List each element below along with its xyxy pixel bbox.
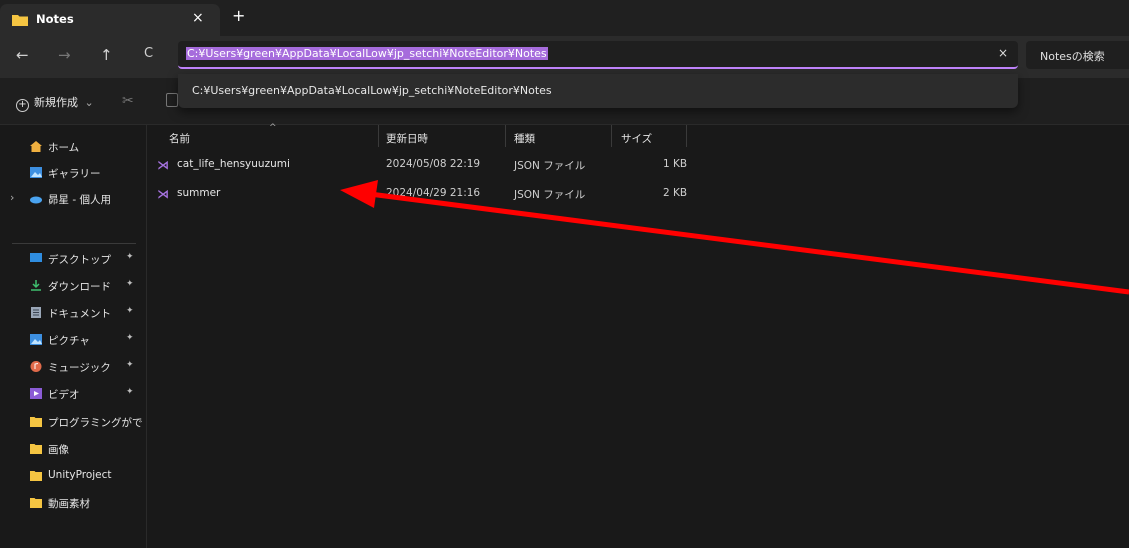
close-icon[interactable]: × [192, 10, 204, 26]
download-icon [31, 280, 41, 291]
back-icon[interactable]: ← [16, 46, 29, 64]
gallery-icon [30, 167, 42, 178]
chevron-down-icon: ⌄ [84, 96, 94, 109]
sidebar-item-label: ミュージック [48, 362, 111, 374]
sidebar-item-video-assets-folder[interactable]: 動画素材 [0, 489, 146, 517]
sidebar-item-label: ホーム [48, 142, 80, 154]
file-name: summer [177, 187, 221, 199]
sidebar-item-images-folder[interactable]: 画像 [0, 435, 146, 463]
pictures-icon [30, 334, 42, 345]
file-size: 1 KB [663, 158, 688, 170]
column-divider[interactable] [505, 125, 506, 147]
new-button[interactable]: + 新規作成 ⌄ [16, 94, 94, 112]
search-input[interactable]: Notesの検索 [1040, 48, 1105, 64]
sidebar-item-label: 画像 [48, 444, 69, 456]
sidebar-item-label: 昴星 - 個人用 [48, 194, 111, 206]
clear-icon[interactable]: × [998, 46, 1008, 60]
folder-icon [30, 417, 42, 427]
sidebar-item-downloads[interactable]: ダウンロード ✦ [0, 272, 146, 300]
folder-icon [30, 471, 42, 481]
sidebar-item-documents[interactable]: ドキュメント ✦ [0, 299, 146, 327]
pin-icon[interactable]: ✦ [126, 387, 134, 397]
tab-notes[interactable]: Notes × [0, 4, 220, 36]
pin-icon[interactable]: ✦ [126, 252, 134, 262]
file-modified: 2024/05/08 22:19 [386, 158, 481, 170]
folder-icon [30, 444, 42, 454]
document-icon [31, 307, 41, 318]
tab-title: Notes [36, 12, 74, 26]
sidebar-item-videos[interactable]: ビデオ ✦ [0, 380, 146, 408]
file-row[interactable]: ⋊ summer 2024/04/29 21:16 JSON ファイル 2 KB [147, 183, 847, 205]
file-type: JSON ファイル [514, 189, 586, 201]
sidebar-item-gallery[interactable]: ギャラリー [0, 159, 146, 187]
new-tab-button[interactable]: + [232, 6, 245, 25]
cut-icon[interactable]: ✂ [122, 93, 134, 109]
sort-ascending-icon: ^ [269, 123, 277, 133]
copy-icon[interactable] [166, 93, 178, 107]
title-bar: Notes × + [0, 0, 1129, 36]
address-row: ← → ↑ C C:¥Users¥green¥AppData¥LocalLow¥… [0, 36, 1129, 78]
music-icon [30, 361, 42, 372]
new-button-label: 新規作成 [34, 96, 78, 109]
column-header-name[interactable]: 名前 [169, 131, 190, 146]
sidebar-item-unityproject-folder[interactable]: UnityProject [0, 462, 146, 490]
sidebar-item-label: ビデオ [48, 389, 80, 401]
column-header-modified[interactable]: 更新日時 [386, 131, 428, 146]
column-divider[interactable] [378, 125, 379, 147]
column-header-size[interactable]: サイズ [621, 131, 652, 146]
folder-icon [30, 498, 42, 508]
sidebar-item-label: ピクチャ [48, 335, 90, 347]
pin-icon[interactable]: ✦ [126, 333, 134, 343]
sidebar-item-label: UnityProject [48, 469, 112, 481]
address-suggestion-dropdown: C:¥Users¥green¥AppData¥LocalLow¥jp_setch… [178, 74, 1018, 108]
sidebar-item-label: デスクトップ [48, 254, 111, 266]
up-icon[interactable]: ↑ [100, 46, 113, 64]
visual-studio-icon: ⋊ [157, 158, 169, 172]
refresh-icon[interactable]: C [144, 46, 153, 61]
file-name: cat_life_hensyuuzumi [177, 158, 290, 170]
address-suggestion-item[interactable]: C:¥Users¥green¥AppData¥LocalLow¥jp_setch… [192, 84, 552, 97]
file-modified: 2024/04/29 21:16 [386, 187, 481, 199]
file-row[interactable]: ⋊ cat_life_hensyuuzumi 2024/05/08 22:19 … [147, 154, 847, 176]
column-divider[interactable] [611, 125, 612, 147]
sidebar-item-home[interactable]: ホーム [0, 133, 146, 161]
visual-studio-icon: ⋊ [157, 187, 169, 201]
column-divider[interactable] [686, 125, 687, 147]
pin-icon[interactable]: ✦ [126, 279, 134, 289]
file-type: JSON ファイル [514, 160, 586, 172]
sidebar-item-label: ドキュメント [48, 308, 111, 320]
folder-icon [12, 15, 28, 26]
sidebar-item-pictures[interactable]: ピクチャ ✦ [0, 326, 146, 354]
video-icon [30, 388, 42, 399]
sidebar-item-label: ギャラリー [48, 168, 101, 180]
sidebar-item-desktop[interactable]: デスクトップ ✦ [0, 245, 146, 273]
sidebar-item-label: 動画素材 [48, 498, 90, 510]
onedrive-icon [30, 196, 42, 204]
home-icon [30, 141, 42, 152]
sidebar-item-label: プログラミングができる人 [48, 417, 144, 429]
pin-icon[interactable]: ✦ [126, 360, 134, 370]
file-size: 2 KB [663, 187, 688, 199]
column-headers: ^ 名前 更新日時 種類 サイズ [147, 123, 1129, 149]
address-input[interactable]: C:¥Users¥green¥AppData¥LocalLow¥jp_setch… [186, 47, 548, 60]
search-box[interactable]: Notesの検索 [1026, 41, 1129, 69]
plus-icon: + [16, 99, 29, 112]
pin-icon[interactable]: ✦ [126, 306, 134, 316]
forward-icon[interactable]: → [58, 46, 71, 64]
sidebar-divider [12, 243, 136, 244]
address-bar[interactable]: C:¥Users¥green¥AppData¥LocalLow¥jp_setch… [178, 41, 1018, 69]
sidebar-item-music[interactable]: ミュージック ✦ [0, 353, 146, 381]
sidebar-item-programming-folder[interactable]: プログラミングができる人 [0, 408, 146, 436]
column-header-type[interactable]: 種類 [514, 131, 535, 146]
sidebar-item-onedrive[interactable]: › 昴星 - 個人用 [0, 185, 146, 213]
chevron-right-icon[interactable]: › [10, 191, 14, 204]
sidebar-item-label: ダウンロード [48, 281, 111, 293]
navigation-pane: ホーム ギャラリー › 昴星 - 個人用 デスクトップ ✦ ダウンロード ✦ ド… [0, 125, 147, 548]
desktop-icon [30, 253, 42, 262]
